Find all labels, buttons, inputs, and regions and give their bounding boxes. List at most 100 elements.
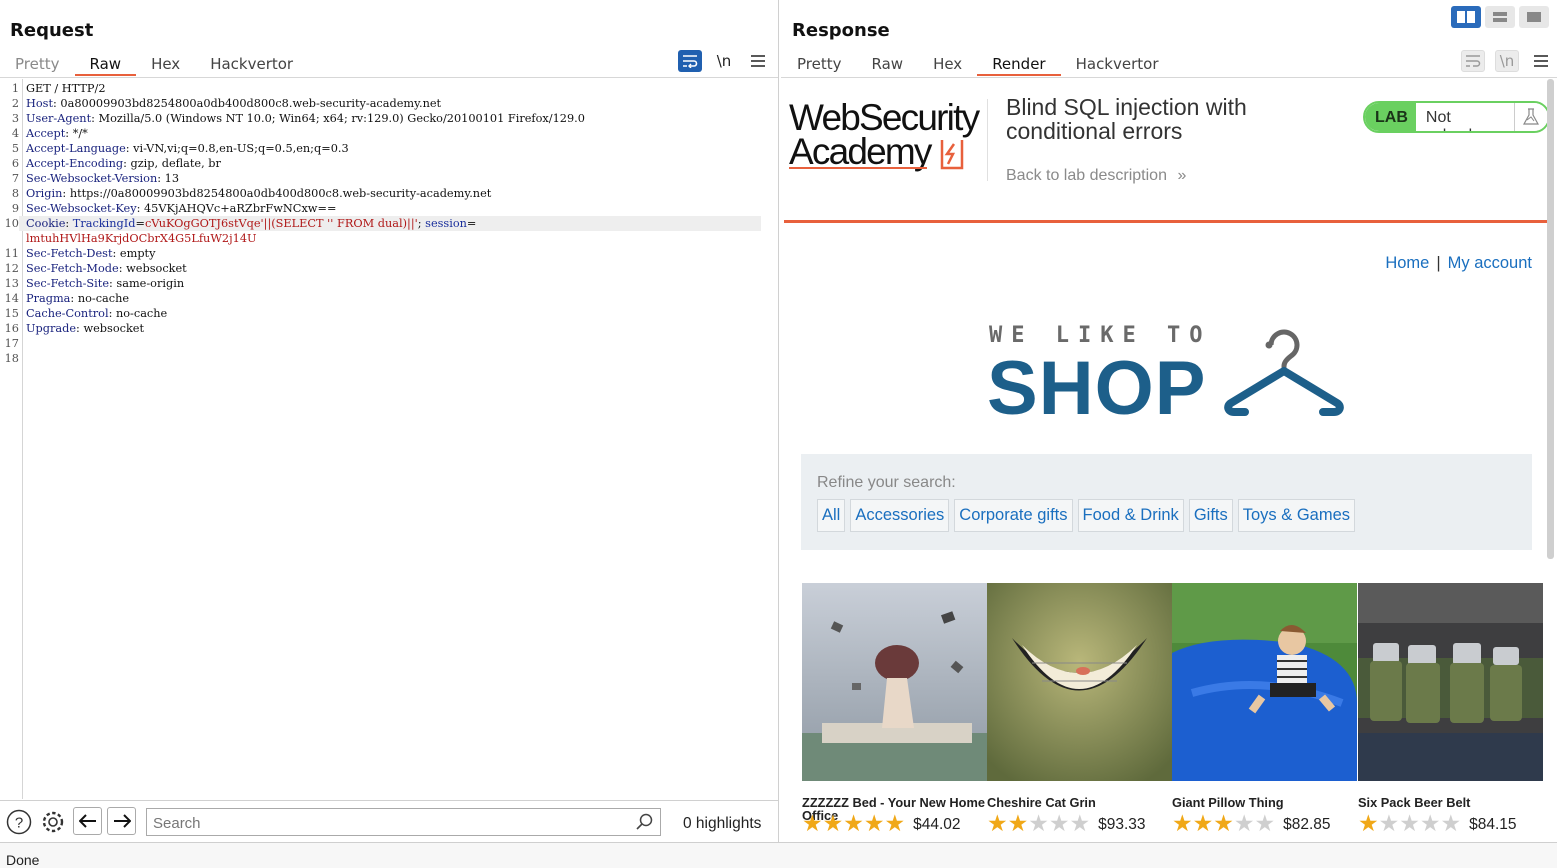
header-accent-rule [784,220,1548,223]
tab-hex[interactable]: Hex [136,52,195,76]
wrap-lines-icon[interactable] [678,50,702,72]
search-icon[interactable] [636,813,654,835]
code-line: 6 Accept-Encoding: gzip, deflate, br [0,156,778,171]
filter-food-drink[interactable]: Food & Drink [1077,499,1184,532]
help-icon[interactable]: ? [5,809,33,835]
search-input[interactable] [146,808,661,836]
product-rating-row: ★ ★ ★ ★ ★ $84.15 [1358,810,1543,836]
product-image-bed[interactable] [802,583,987,781]
star-filled-icon: ★ [802,810,823,836]
header-name: Origin [26,187,63,200]
line-text [19,336,26,351]
newline-toggle-icon[interactable]: \n [712,50,736,72]
menu-icon[interactable] [1529,50,1553,72]
logo-line-1: WebSecurity [789,97,980,138]
header-name: Upgrade [26,322,77,335]
header-value: 45VKjAHQVc+aRZbrFwNCxw== [143,202,337,215]
settings-gear-icon[interactable] [39,809,67,835]
header-name: Sec-Websocket-Key [26,202,137,215]
line-number: 18 [4,352,19,365]
product-image-giant-pillow[interactable] [1172,583,1357,781]
double-chevron-icon: » [1177,167,1187,184]
tab-pretty[interactable]: Pretty [0,52,75,76]
request-code[interactable]: 1 GET / HTTP/2 2 Host: 0a80009903bd8254800a… [0,81,778,366]
code-line: 1 GET / HTTP/2 [0,81,778,96]
line-text: Accept: */* [26,127,88,140]
product-image-beer-belt[interactable] [1358,583,1543,781]
lab-status-badge: LAB Not solved [1363,101,1550,133]
web-security-academy-logo[interactable]: WebSecurity Academy [789,97,980,170]
logo-line-2: Academy [789,133,979,170]
line-number: 6 [11,157,19,170]
response-toolbar: \n [1461,50,1553,72]
product-card[interactable]: Giant Pillow Thing ★ ★ ★ ★ ★ $82.85 [1172,583,1357,836]
tab-render[interactable]: Render [977,52,1061,76]
tab-hackvertor[interactable]: Hackvertor [195,52,308,76]
header-name: Accept-Encoding [26,157,124,170]
star-filled-icon: ★ [843,810,864,836]
nav-home-link[interactable]: Home [1385,254,1429,272]
status-bar: Done [0,842,1557,868]
header-value: no-cache [77,292,130,305]
filter-gifts[interactable]: Gifts [1188,499,1233,532]
code-line: 3 User-Agent: Mozilla/5.0 (Windows NT 10.… [0,111,778,126]
hanger-icon [1224,329,1344,416]
star-empty-icon: ★ [1399,810,1420,836]
request-editor[interactable]: 1 GET / HTTP/2 2 Host: 0a80009903bd8254800a… [0,79,778,799]
back-to-lab-link[interactable]: Back to lab description » [1006,167,1186,185]
cookie-name: TrackingId [72,217,136,230]
code-line: 5 Accept-Language: vi-VN,vi;q=0.8,en-US;q… [0,141,778,156]
product-card[interactable]: Six Pack Beer Belt ★ ★ ★ ★ ★ $84.15 [1358,583,1543,836]
tab-pretty[interactable]: Pretty [782,52,857,76]
code-line: 13 Sec-Fetch-Site: same-origin [0,276,778,291]
nav-my-account-link[interactable]: My account [1448,254,1532,272]
filter-all[interactable]: All [817,499,846,532]
code-line: 7 Sec-Websocket-Version: 13 [0,171,778,186]
line-number: 13 [4,277,19,290]
tab-hackvertor[interactable]: Hackvertor [1061,52,1174,76]
tab-hex[interactable]: Hex [918,52,977,76]
product-price: $44.02 [913,816,961,833]
newline-toggle-icon[interactable]: \n [1495,50,1519,72]
rendered-page[interactable]: WebSecurity Academy Blind SQL injection … [784,79,1550,842]
header-value: GET / HTTP/2 [26,82,106,95]
product-card[interactable]: Cheshire Cat Grin ★ ★ ★ ★ ★ $93.33 [987,583,1172,836]
line-text: Origin: https://0a80009903bd8254800a0db4… [26,187,492,200]
prev-arrow-icon[interactable] [73,807,102,835]
product-image-cheshire-cat-grin[interactable] [987,583,1172,781]
header-name: Cookie [26,217,66,230]
svg-text:?: ? [15,815,23,832]
academy-bolt-icon [940,140,964,170]
line-text: Accept-Encoding: gzip, deflate, br [26,157,221,170]
star-empty-icon: ★ [1048,810,1070,836]
code-line: 8 Origin: https://0a80009903bd8254800a0db… [0,186,778,201]
product-card[interactable]: ZZZZZZ Bed - Your New Home Office ★ ★ ★ ★ ★ … [802,583,987,836]
line-text: lmtuhHVlHa9KrjdOCbrX4G5LfuW2j14U [19,231,257,246]
header-value: no-cache [115,307,168,320]
code-line: 17 [0,336,778,351]
filter-corporate-gifts[interactable]: Corporate gifts [954,499,1073,532]
header-value: Mozilla/5.0 (Windows NT 10.0; Win64; x64… [98,112,585,125]
filter-toys-games[interactable]: Toys & Games [1237,499,1356,532]
shop-word: SHOP [987,346,1207,431]
tabbed-layout-icon[interactable] [1519,6,1549,28]
split-horizontal-icon[interactable] [1451,6,1481,28]
filter-accessories[interactable]: Accessories [850,499,950,532]
tab-raw[interactable]: Raw [74,52,137,76]
tab-raw[interactable]: Raw [857,52,919,76]
wrap-lines-icon[interactable] [1461,50,1485,72]
line-text: Sec-Fetch-Site: same-origin [26,277,185,290]
search-bar: ? 0 highlights [0,800,779,842]
render-scrollbar[interactable] [1547,79,1554,559]
header-name: Accept [26,127,66,140]
star-filled-icon: ★ [1213,810,1234,836]
next-arrow-icon[interactable] [107,807,136,835]
response-pane: Response Pretty Raw Hex Render Hackverto… [781,0,1557,842]
split-vertical-icon[interactable] [1485,6,1515,28]
menu-icon[interactable] [746,50,770,72]
star-filled-icon: ★ [1358,810,1379,836]
header-value: websocket [126,262,187,275]
top-nav: Home | My account [1385,254,1532,273]
line-number: 9 [11,202,19,215]
line-text: Sec-Fetch-Dest: empty [26,247,156,260]
